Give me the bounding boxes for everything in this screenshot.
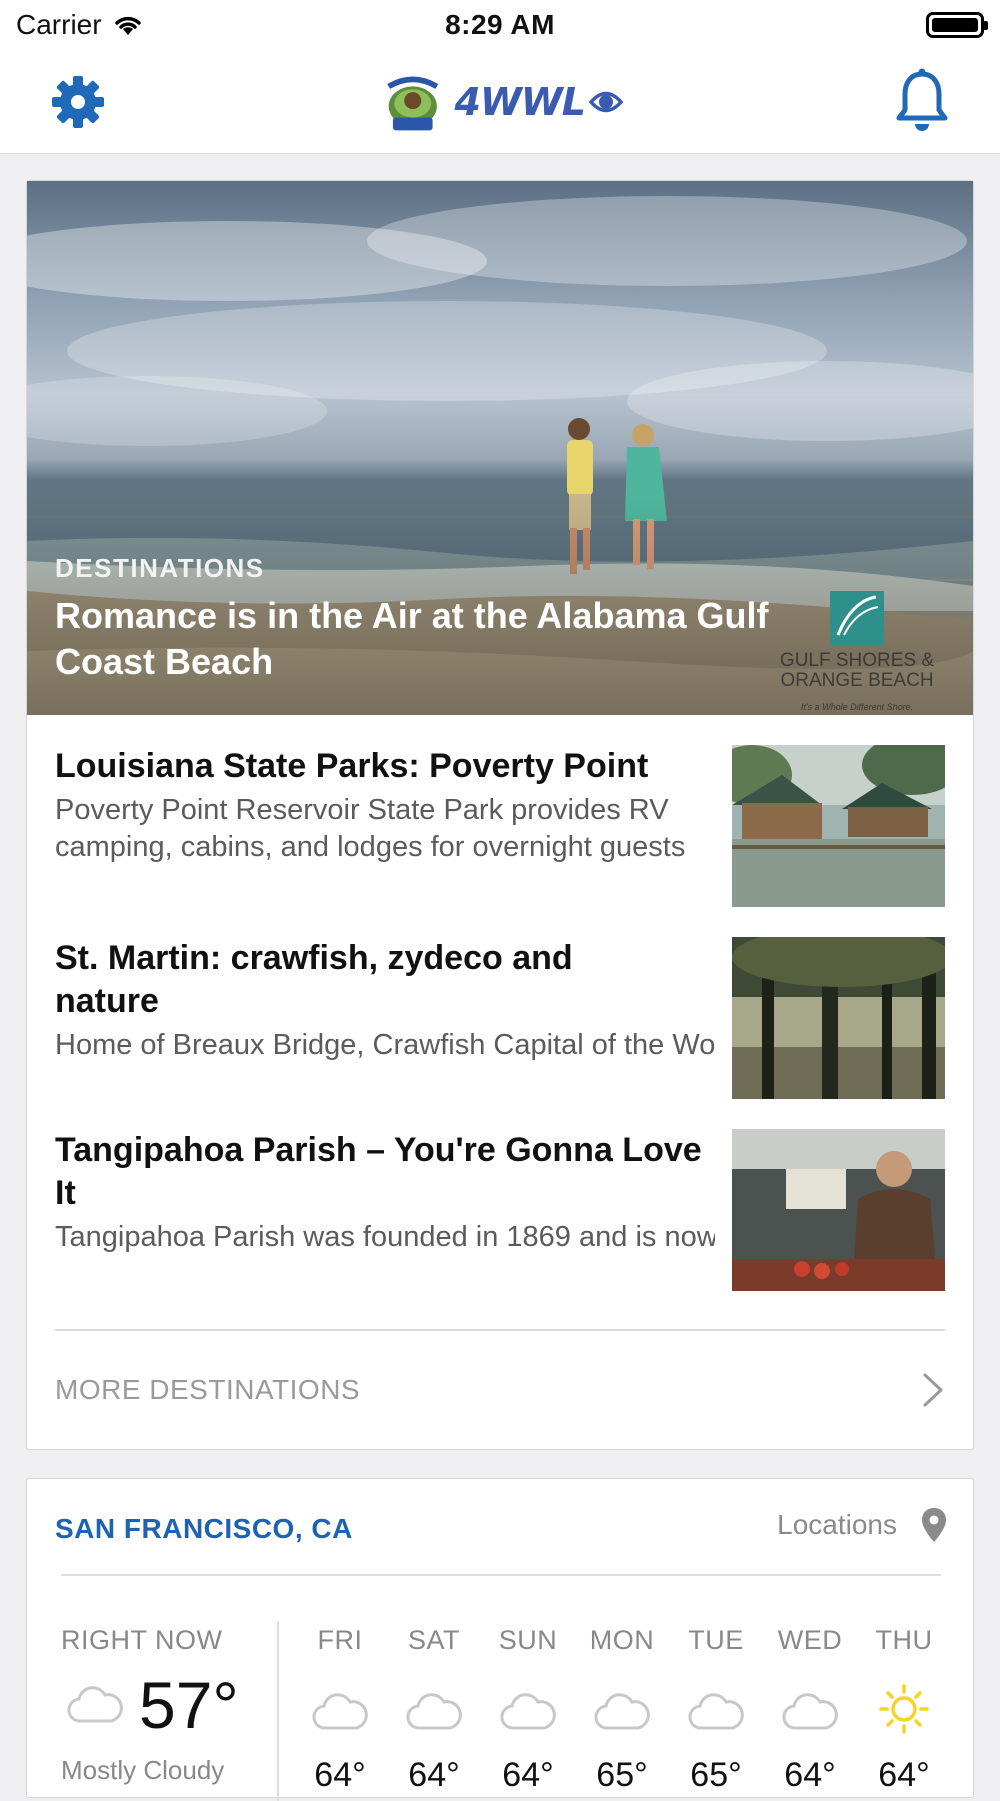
forecast-day: FRI 64° xyxy=(295,1625,385,1795)
story-summary: Poverty Point Reservoir State Park provi… xyxy=(55,794,686,863)
battery-icon xyxy=(926,12,988,38)
story-title[interactable]: Louisiana State Parks: Poverty Point xyxy=(55,745,715,788)
cloud-icon xyxy=(782,1693,838,1730)
divider xyxy=(61,1574,941,1576)
story-title[interactable]: St. Martin: crawfish, zydeco and nature xyxy=(55,937,615,1023)
status-time: 8:29 AM xyxy=(445,9,555,40)
sponsor-mark-icon xyxy=(830,591,884,645)
chevron-right-icon xyxy=(923,1373,943,1407)
cloud-icon xyxy=(594,1693,650,1730)
forecast-day-name: THU xyxy=(875,1625,933,1655)
sponsor-logo: GULF SHORES & ORANGE BEACH It's a Whole … xyxy=(757,591,957,715)
forecast-day-name: MON xyxy=(589,1625,655,1655)
list-item[interactable]: St. Martin: crawfish, zydeco and nature … xyxy=(55,937,945,1107)
app-header: 4WWL xyxy=(0,50,1000,154)
featured-title[interactable]: Romance is in the Air at the Alabama Gul… xyxy=(55,593,815,685)
forecast-day: MON 65° xyxy=(577,1625,667,1795)
forecast-temp: 64° xyxy=(878,1756,930,1794)
forecast-day-name: SAT xyxy=(407,1625,460,1655)
forecast-temp: 64° xyxy=(314,1756,366,1794)
forecast-day: SAT 64° xyxy=(389,1625,479,1795)
cbs-eye-icon xyxy=(589,91,623,113)
weather-card: SAN FRANCISCO, CA Locations RIGHT NOW 57… xyxy=(26,1478,974,1801)
story-text: St. Martin: crawfish, zydeco and nature … xyxy=(55,937,715,1101)
featured-category: DESTINATIONS xyxy=(55,553,265,583)
forecast-day: TUE 65° xyxy=(671,1625,761,1795)
story-thumbnail[interactable] xyxy=(732,1129,945,1291)
forecast-day: WED 64° xyxy=(765,1625,855,1795)
station-name: 4WWL xyxy=(454,80,586,124)
story-thumbnail[interactable] xyxy=(732,937,945,1099)
story-summary: Tangipahoa Parish was founded in 1869 an… xyxy=(55,1221,715,1253)
current-condition: Mostly Cloudy xyxy=(61,1755,225,1785)
story-text: Tangipahoa Parish – You're Gonna Love It… xyxy=(55,1129,715,1293)
featured-story[interactable]: DESTINATIONS Romance is in the Air at th… xyxy=(27,181,973,715)
sponsor-line-2: ORANGE BEACH xyxy=(780,670,934,691)
weather-location: SAN FRANCISCO, CA xyxy=(55,1513,353,1544)
forecast-temp: 64° xyxy=(408,1756,460,1794)
locations-button[interactable]: Locations xyxy=(777,1507,947,1543)
app-logo: 4WWL xyxy=(383,60,623,144)
forecast-day-name: FRI xyxy=(317,1625,363,1655)
locations-label: Locations xyxy=(777,1509,897,1540)
sponsor-tagline: It's a Whole Different Shore. xyxy=(800,702,914,712)
story-thumbnail[interactable] xyxy=(732,745,945,907)
status-bar: Carrier 8:29 AM xyxy=(0,0,1000,50)
forecast-temp: 65° xyxy=(596,1756,648,1794)
cloud-icon xyxy=(500,1693,556,1730)
right-now-label: RIGHT NOW xyxy=(61,1625,223,1655)
location-pin-icon xyxy=(922,1508,946,1542)
sponsor-line-1: GULF SHORES & xyxy=(779,650,935,671)
cloud-icon xyxy=(312,1693,368,1730)
destinations-card: DESTINATIONS Romance is in the Air at th… xyxy=(26,180,974,1450)
vertical-divider xyxy=(277,1621,279,1801)
forecast-day-name: SUN xyxy=(498,1625,558,1655)
story-summary: Home of Breaux Bridge, Crawfish Capital … xyxy=(55,1029,715,1061)
cloud-icon xyxy=(406,1693,462,1730)
current-temp: 57° xyxy=(139,1668,239,1742)
more-destinations-label: MORE DESTINATIONS xyxy=(55,1374,361,1405)
forecast-temp: 64° xyxy=(784,1756,836,1794)
story-text: Louisiana State Parks: Poverty Point Pov… xyxy=(55,745,715,866)
more-destinations-link[interactable]: MORE DESTINATIONS xyxy=(55,1331,945,1449)
forecast-day: SUN 64° xyxy=(483,1625,573,1795)
forecast-temp: 65° xyxy=(690,1756,742,1794)
gear-icon[interactable] xyxy=(50,74,106,130)
forecast-day-name: TUE xyxy=(688,1625,744,1655)
cloud-icon xyxy=(67,1686,123,1723)
forecast-day-name: WED xyxy=(777,1625,843,1655)
cloud-icon xyxy=(688,1693,744,1730)
station-logo: 4WWL xyxy=(455,80,623,124)
forecast-temp: 64° xyxy=(502,1756,554,1794)
list-item[interactable]: Tangipahoa Parish – You're Gonna Love It… xyxy=(55,1129,945,1299)
one-tank-trips-logo xyxy=(387,76,439,131)
list-item[interactable]: Louisiana State Parks: Poverty Point Pov… xyxy=(55,745,945,915)
story-title[interactable]: Tangipahoa Parish – You're Gonna Love It xyxy=(55,1129,715,1215)
forecast-day: THU 64° xyxy=(859,1625,949,1795)
sun-icon xyxy=(879,1684,929,1734)
bell-icon[interactable] xyxy=(896,68,948,134)
